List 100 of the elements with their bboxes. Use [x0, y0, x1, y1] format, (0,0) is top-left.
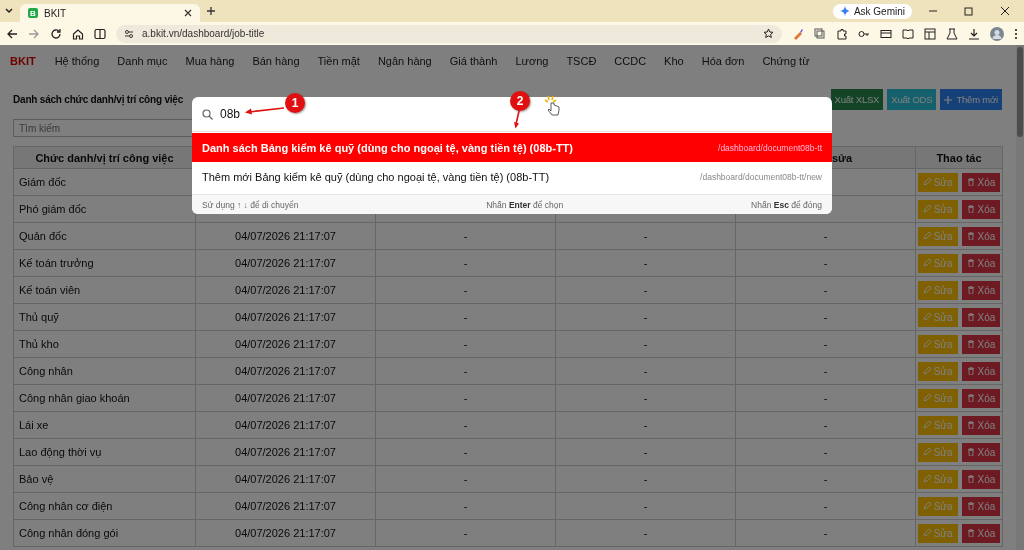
more-icon[interactable]	[1014, 27, 1018, 40]
pencil-icon	[922, 421, 931, 429]
keyboard-hint: Nhấn Enter để chọn	[486, 199, 564, 210]
new-tab-icon[interactable]	[206, 6, 216, 16]
page-title: Danh sách chức danh/vị trí công việc	[13, 94, 184, 105]
favicon: B	[28, 8, 38, 18]
brush-icon[interactable]	[792, 27, 804, 40]
search-result[interactable]: Danh sách Bảng kiểm kê quỹ (dùng cho ngoại tệ, vàng tiền tệ) (08b-TT) /dashboard/document08b-tt	[192, 133, 832, 162]
address-bar[interactable]: a.bkit.vn/dashboard/job-title	[116, 24, 782, 43]
table-cell: -	[555, 276, 736, 304]
lab-icon[interactable]	[946, 27, 958, 40]
tab-title: BKIT	[44, 7, 68, 19]
menu-item[interactable]: Giá thành	[440, 55, 507, 67]
trash-icon	[966, 421, 975, 429]
delete-button[interactable]: Xóa	[961, 523, 1001, 543]
table-cell: Thủ kho	[13, 330, 196, 358]
split-view-icon[interactable]	[94, 27, 106, 40]
scrollbar[interactable]	[1016, 45, 1024, 550]
search-input[interactable]: 08b	[220, 107, 241, 121]
pencil-icon	[922, 367, 931, 375]
pencil-icon	[922, 448, 931, 456]
delete-button[interactable]: Xóa	[961, 334, 1001, 354]
table-cell: -	[375, 357, 556, 385]
menu-item[interactable]: Ngân hàng	[368, 55, 441, 67]
table-cell: -	[735, 303, 916, 331]
avatar-icon[interactable]	[990, 26, 1004, 41]
browser-tab[interactable]: B BKIT	[20, 4, 200, 22]
trash-icon	[966, 448, 975, 456]
menu-item[interactable]: Hóa đơn	[692, 55, 754, 67]
back-icon[interactable]	[6, 27, 18, 40]
forward-icon[interactable]	[28, 27, 40, 40]
delete-button[interactable]: Xóa	[961, 496, 1001, 516]
copy-icon[interactable]	[814, 27, 826, 40]
callout-badge: 1	[285, 93, 305, 113]
menu-item[interactable]: Bán hàng	[243, 55, 309, 67]
plus-icon	[944, 95, 953, 104]
pencil-icon	[922, 529, 931, 537]
table-cell: -	[555, 411, 736, 439]
trash-icon	[966, 367, 975, 375]
table-cell: 04/07/2026 21:17:07	[195, 357, 376, 385]
reader-icon[interactable]	[902, 27, 914, 40]
search-field[interactable]: Tìm kiếm	[13, 119, 195, 137]
table-cell: Công nhân	[13, 357, 196, 385]
reload-icon[interactable]	[50, 27, 62, 40]
delete-button[interactable]: Xóa	[961, 415, 1001, 435]
table-cell: -	[375, 222, 556, 250]
ask-gemini-button[interactable]: Ask Gemini	[832, 3, 912, 19]
table-cell: Công nhân cơ điện	[13, 492, 196, 520]
delete-button[interactable]: Xóa	[961, 226, 1001, 246]
add-new-button[interactable]: Thêm mới	[940, 89, 1002, 110]
export-xlsx-button[interactable]: Xuất XLSX	[830, 89, 884, 110]
table-cell: -	[375, 384, 556, 412]
table-cell: -	[555, 330, 736, 358]
site-settings-icon	[124, 28, 134, 39]
pencil-icon	[922, 286, 931, 294]
menu-item[interactable]: CCDC	[605, 55, 656, 67]
table-cell: -	[375, 411, 556, 439]
delete-button[interactable]: Xóa	[961, 361, 1001, 381]
table-cell: -	[735, 492, 916, 520]
export-ods-button[interactable]: Xuất ODS	[887, 89, 937, 110]
search-icon	[202, 108, 213, 120]
arrow-icon	[512, 107, 522, 129]
tab-list-button[interactable]	[4, 6, 14, 16]
delete-button[interactable]: Xóa	[961, 280, 1001, 300]
menu-item[interactable]: Lương	[506, 55, 558, 67]
table-cell: -	[555, 303, 736, 331]
menu-item[interactable]: Tiền mặt	[308, 55, 369, 67]
menu-item[interactable]: TSCĐ	[557, 55, 606, 67]
menu-item[interactable]: Kho	[655, 55, 693, 67]
delete-button[interactable]: Xóa	[961, 172, 1001, 192]
column-header: Thao tác	[915, 146, 1003, 169]
table-cell: Lái xe	[13, 411, 196, 439]
menu-item[interactable]: Mua hàng	[176, 55, 244, 67]
delete-button[interactable]: Xóa	[961, 388, 1001, 408]
table-cell: -	[735, 330, 916, 358]
table-cell: 04/07/2026 21:17:07	[195, 465, 376, 493]
table-cell: 04/07/2026 21:17:07	[195, 249, 376, 277]
table-cell: -	[555, 492, 736, 520]
puzzle-icon[interactable]	[836, 27, 848, 40]
table-cell: -	[375, 492, 556, 520]
app-logo[interactable]: BKIT	[10, 55, 36, 67]
delete-button[interactable]: Xóa	[961, 253, 1001, 273]
menu-item[interactable]: Chứng từ	[753, 55, 819, 67]
table-cell: Lao động thời vụ	[13, 438, 196, 466]
menu-item[interactable]: Hệ thống	[45, 55, 109, 67]
keyboard-hint: Nhấn Esc để đóng	[751, 199, 822, 210]
delete-button[interactable]: Xóa	[961, 442, 1001, 462]
menu-item[interactable]: Danh mục	[108, 55, 177, 67]
card-icon[interactable]	[880, 27, 892, 40]
delete-button[interactable]: Xóa	[961, 199, 1001, 219]
download-icon[interactable]	[968, 27, 980, 40]
table-cell: -	[555, 249, 736, 277]
delete-button[interactable]: Xóa	[961, 469, 1001, 489]
table-icon[interactable]	[924, 27, 936, 40]
delete-button[interactable]: Xóa	[961, 307, 1001, 327]
home-icon[interactable]	[72, 27, 84, 40]
trash-icon	[966, 232, 975, 240]
pencil-icon	[922, 259, 931, 267]
pencil-icon	[922, 178, 931, 186]
table-cell: -	[735, 222, 916, 250]
